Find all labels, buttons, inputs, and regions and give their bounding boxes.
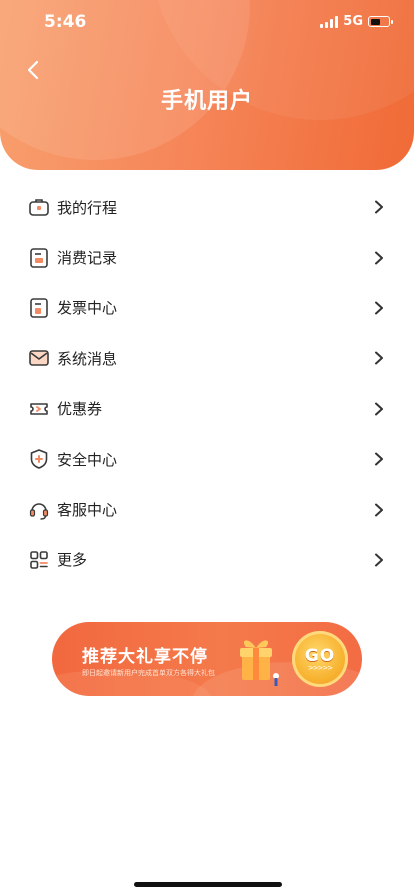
chevron-right-icon bbox=[375, 251, 383, 265]
battery-icon bbox=[368, 16, 393, 27]
menu-item-trips[interactable]: 我的行程 bbox=[0, 182, 414, 232]
grid-icon bbox=[30, 551, 48, 569]
menu-item-label: 我的行程 bbox=[57, 198, 118, 217]
menu-item-consumption[interactable]: 消费记录 bbox=[0, 232, 414, 282]
gift-box-icon bbox=[240, 640, 279, 686]
menu-item-support[interactable]: 客服中心 bbox=[0, 484, 414, 534]
referral-banner[interactable]: 推荐大礼享不停 即日起邀请新用户完成首单双方各得大礼包 GO >>>>> bbox=[52, 622, 362, 696]
headset-icon bbox=[29, 502, 49, 520]
chevron-right-icon bbox=[375, 503, 383, 517]
chevron-right-icon bbox=[375, 301, 383, 315]
menu-item-label: 安全中心 bbox=[57, 450, 118, 469]
invoice-icon bbox=[30, 298, 48, 318]
shield-icon bbox=[30, 449, 48, 469]
go-button[interactable]: GO >>>>> bbox=[292, 631, 348, 687]
profile-header: 5:46 5G 手机用户 bbox=[0, 0, 414, 170]
menu-item-label: 消费记录 bbox=[57, 249, 118, 268]
envelope-icon bbox=[29, 350, 49, 367]
status-indicators: 5G bbox=[320, 14, 393, 29]
chevron-right-icon bbox=[375, 351, 383, 365]
menu-item-label: 发票中心 bbox=[57, 299, 118, 318]
menu-item-label: 更多 bbox=[57, 551, 88, 570]
menu-item-label: 系统消息 bbox=[57, 349, 118, 368]
banner-title: 推荐大礼享不停 bbox=[82, 647, 208, 667]
chevron-right-icon bbox=[375, 553, 383, 567]
chevron-right-icon bbox=[375, 200, 383, 214]
coupon-icon bbox=[30, 402, 48, 415]
menu-list: 我的行程 消费记录 发票中心 系统消息 优惠券 安全中心 客服中心 更多 bbox=[0, 182, 414, 585]
menu-item-more[interactable]: 更多 bbox=[0, 535, 414, 585]
back-button[interactable] bbox=[22, 58, 46, 82]
receipt-icon bbox=[30, 247, 48, 268]
menu-item-security[interactable]: 安全中心 bbox=[0, 434, 414, 484]
chevron-left-icon bbox=[27, 60, 39, 80]
chevron-right-icon bbox=[375, 452, 383, 466]
network-type: 5G bbox=[343, 14, 363, 29]
page-title: 手机用户 bbox=[160, 89, 253, 114]
signal-icon bbox=[320, 15, 339, 28]
menu-item-label: 客服中心 bbox=[57, 501, 118, 520]
menu-item-messages[interactable]: 系统消息 bbox=[0, 333, 414, 383]
chevron-right-icon bbox=[375, 402, 383, 416]
menu-item-label: 优惠券 bbox=[57, 400, 103, 419]
go-button-arrows: >>>>> bbox=[307, 664, 333, 672]
menu-item-coupons[interactable]: 优惠券 bbox=[0, 384, 414, 434]
home-indicator[interactable] bbox=[134, 882, 282, 887]
banner-subtitle: 即日起邀请新用户完成首单双方各得大礼包 bbox=[82, 669, 215, 677]
briefcase-icon bbox=[29, 199, 49, 216]
go-button-label: GO bbox=[304, 646, 336, 666]
menu-item-invoice[interactable]: 发票中心 bbox=[0, 283, 414, 333]
status-time: 5:46 bbox=[44, 12, 87, 32]
